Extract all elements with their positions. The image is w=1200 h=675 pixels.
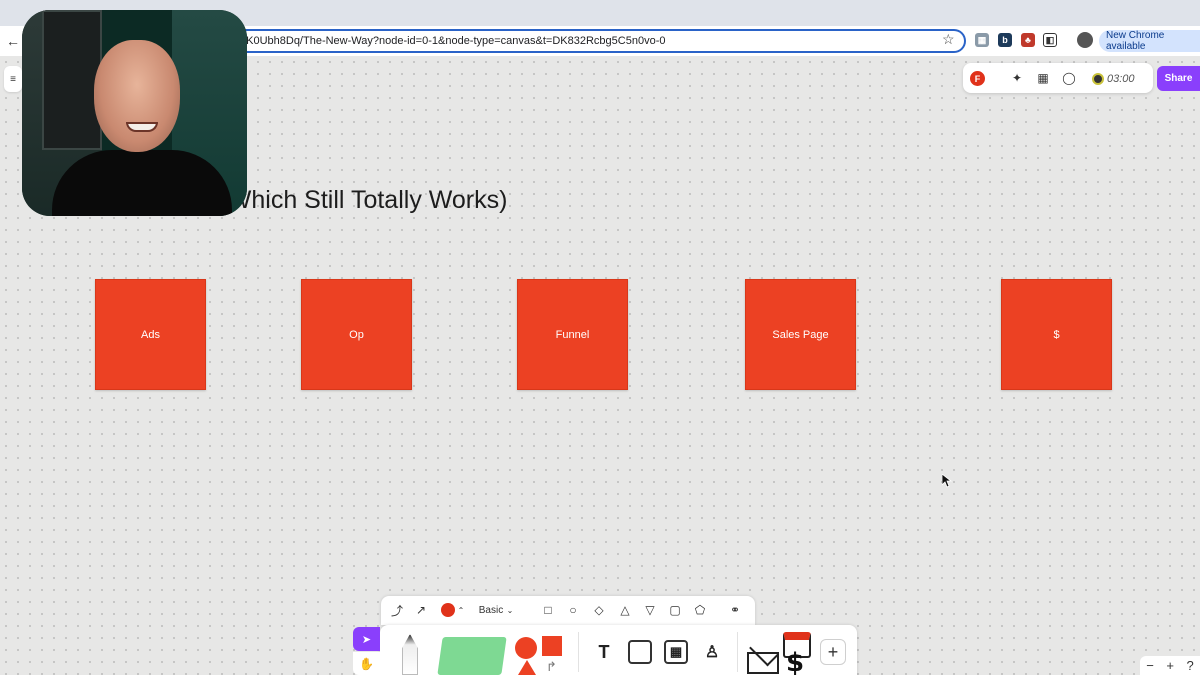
timer-icon [1092,73,1104,85]
rounded-rect-icon[interactable]: ▢ [667,601,683,619]
sticky-label: Sales Page [772,328,829,341]
color-swatch [441,603,455,617]
back-arrow-icon[interactable]: ← [4,31,22,51]
text-tool[interactable]: T [592,640,616,664]
help-button[interactable]: ? [1186,658,1193,673]
table-tool-icon[interactable]: ▦ [664,640,688,664]
sticky-label: $ [1053,328,1060,341]
triangle-icon[interactable]: △ [617,601,633,619]
webcam-person-shirt [52,150,232,216]
toolbar-divider [737,632,738,672]
share-button[interactable]: Share [1157,66,1200,91]
puzzle-icon[interactable]: ◧ [1043,33,1057,47]
chrome-update-button[interactable]: New Chrome available [1099,30,1200,52]
sticky-label: Funnel [555,328,590,341]
triangle-shape-tool[interactable] [518,660,536,675]
layout-icon[interactable]: ▦ [1035,70,1051,86]
style-dropdown[interactable]: Basic [476,601,506,619]
toolbar-divider [578,632,579,672]
tag-icon[interactable]: ⬠ [692,601,708,619]
select-tool-button[interactable]: ➤ [353,627,380,651]
diamond-icon[interactable]: ◇ [591,601,607,619]
webcam-overlay [22,10,247,216]
sticky-note-dollar[interactable]: $ [1001,279,1112,390]
sticky-note-sales-page[interactable]: Sales Page [745,279,856,390]
ext-icon-b[interactable]: b [998,33,1012,47]
circle-icon[interactable]: ○ [565,601,581,619]
tree-icon[interactable]: ⚭ [724,601,746,619]
arrow-shape-tool[interactable]: ↱ [546,659,557,675]
circle-shape-tool[interactable] [515,637,537,659]
triangle-down-icon[interactable]: ▽ [642,601,658,619]
webcam-picture-frame [42,10,102,150]
zoom-in-button[interactable]: + [1166,658,1174,673]
envelope-sticker-icon[interactable] [747,652,779,674]
sticky-note-ads[interactable]: Ads [95,279,206,390]
webcam-person-smile [126,122,158,132]
webcam-person-head [94,40,180,152]
avatar[interactable]: F [970,71,985,86]
ext-icon-a[interactable]: ▦ [975,33,989,47]
profile-avatar[interactable] [1077,32,1093,48]
comment-icon[interactable]: ◯ [1061,70,1077,86]
connector-icon[interactable]: ⤴ [389,601,405,619]
url-text: 5K0Ubh8Dq/The-New-Way?node-id=0-1&node-t… [240,35,666,47]
sticky-label: Ads [141,328,160,341]
timer[interactable]: 03:00 [1092,70,1148,88]
stamp-tool-icon[interactable]: ♙ [700,640,724,664]
chevron-up-icon[interactable]: ⌃ [456,601,466,619]
address-bar[interactable]: 5K0Ubh8Dq/The-New-Way?node-id=0-1&node-t… [232,29,966,53]
hand-tool-icon[interactable]: ✋ [353,652,380,675]
dollar-sticker-icon[interactable]: $ [786,648,804,675]
sticky-label: Op [349,328,364,341]
board-title[interactable]: y (Which Still Totally Works) [200,186,600,220]
color-picker[interactable] [440,601,456,619]
sticky-note-tool[interactable] [437,637,507,675]
zoom-controls: − + ? [1140,656,1200,675]
ext-icon-c[interactable]: ♣ [1021,33,1035,47]
section-tool-icon[interactable] [628,640,652,664]
chevron-down-icon[interactable]: ⌄ [505,601,515,619]
ai-sparkle-icon[interactable]: ✦ [1009,70,1025,86]
menu-icon[interactable]: ≡ [4,66,22,92]
sticky-note-op[interactable]: Op [301,279,412,390]
mouse-cursor-icon [942,474,952,488]
square-icon[interactable]: □ [540,601,556,619]
square-shape-tool[interactable] [542,636,562,656]
zoom-out-button[interactable]: − [1146,658,1154,673]
arrow-icon[interactable]: ↗ [413,601,429,619]
sticky-note-funnel[interactable]: Funnel [517,279,628,390]
timer-value: 03:00 [1107,73,1135,85]
bookmark-star-icon[interactable]: ☆ [942,31,955,48]
add-more-button[interactable]: + [820,639,846,665]
